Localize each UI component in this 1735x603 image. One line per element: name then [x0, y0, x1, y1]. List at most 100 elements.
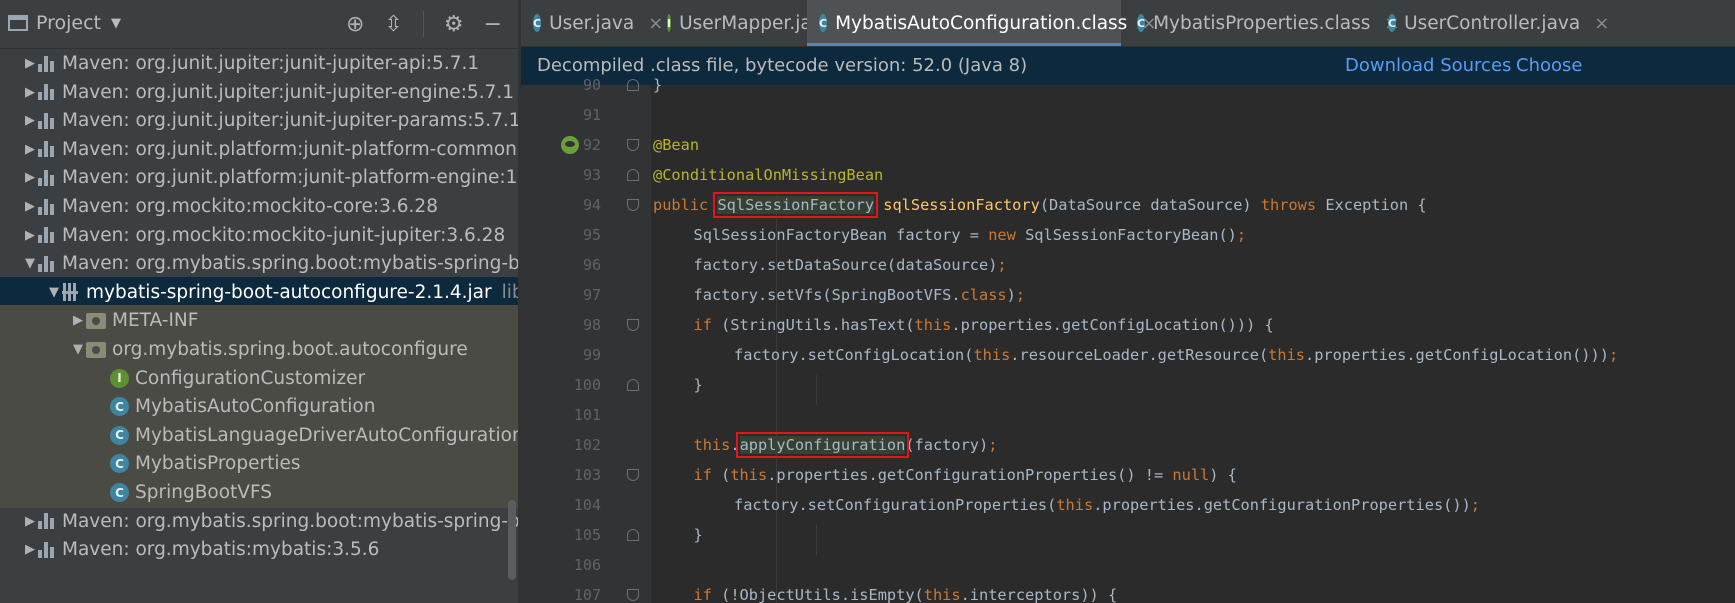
code-area[interactable]: } @Bean @ConditionalOnMissingBean public Sq… — [651, 76, 1735, 603]
code-line[interactable]: factory.setConfigurationProperties(this.… — [734, 490, 1480, 520]
tree-item-maven-org-mockito-mockito-junit-jupiter-3-6-28[interactable]: ▶ Maven: org.mockito:mockito-junit-jupite… — [0, 220, 518, 251]
line-number[interactable]: 91 — [521, 100, 601, 130]
tab-mybatisautoconfiguration-class[interactable]: C MybatisAutoConfiguration.class × — [807, 0, 1156, 46]
tree-item-springbootvfs[interactable]: C SpringBootVFS — [0, 477, 518, 508]
choose-sources-link[interactable]: Choose — [1516, 55, 1582, 76]
tree-item-maven-org-junit-jupiter-junit-jupiter-engine-5-7-1[interactable]: ▶ Maven: org.junit.jupiter:junit-jupiter-… — [0, 77, 518, 108]
tree-item-mybatislanguagedriverautoconfiguration[interactable]: C MybatisLanguageDriverAutoConfiguration — [0, 419, 518, 451]
tree-item-maven-org-mybatis-spring-boot-mybatis-spring-bo[interactable]: ▼ Maven: org.mybatis.spring.boot:mybatis-… — [0, 248, 518, 279]
fold-open-icon[interactable] — [627, 199, 639, 211]
tab-mybatisproperties-class[interactable]: CMybatisProperties.class× — [1125, 0, 1400, 46]
tree-item-maven-org-junit-jupiter-junit-jupiter-api-5-7-1[interactable]: ▶ Maven: org.junit.jupiter:junit-jupiter-… — [0, 48, 518, 79]
line-number[interactable]: 107 — [521, 580, 601, 603]
line-number[interactable]: 99 — [521, 340, 601, 370]
line-number[interactable]: 94 — [521, 190, 601, 220]
chevron-right-icon[interactable]: ▶ — [22, 113, 38, 128]
toolbar-divider — [422, 11, 424, 37]
fold-open-icon[interactable] — [627, 469, 639, 481]
code-line[interactable]: @ConditionalOnMissingBean — [653, 160, 883, 190]
tree-item-maven-org-junit-platform-junit-platform-commons[interactable]: ▶ Maven: org.junit.platform:junit-platfor… — [0, 134, 518, 165]
project-view-selector[interactable]: Project ▼ — [8, 12, 121, 34]
code-line[interactable]: } — [694, 370, 703, 400]
line-number[interactable]: 103 — [521, 460, 601, 490]
code-line[interactable]: this.applyConfiguration(factory); — [694, 430, 997, 460]
fold-close-icon[interactable] — [627, 79, 639, 91]
tree-item-label: MybatisAutoConfiguration — [135, 396, 376, 418]
line-number[interactable]: 104 — [521, 490, 601, 520]
tree-item-suffix: lib — [501, 281, 518, 303]
code-line[interactable]: if (StringUtils.hasText(this.properties.… — [694, 310, 1274, 340]
code-line[interactable]: @Bean — [653, 130, 699, 160]
code-token: this — [973, 346, 1011, 364]
chevron-right-icon[interactable]: ▶ — [22, 85, 38, 100]
fold-open-icon[interactable] — [627, 589, 639, 601]
tree-item-mybatis-spring-boot-autoconfigure-2-1-4-jar[interactable]: ▼ mybatis-spring-boot-autoconfigure-2.1.4… — [0, 276, 518, 308]
tree-item-configurationcustomizer[interactable]: I ConfigurationCustomizer — [0, 362, 518, 394]
tree-item-meta-inf[interactable]: ▶ META-INF — [0, 305, 518, 337]
code-token: factory.setDataSource(dataSource) — [693, 256, 998, 274]
fold-close-icon[interactable] — [627, 379, 639, 391]
code-line[interactable]: SqlSessionFactoryBean factory = new SqlS… — [694, 220, 1247, 250]
tree-item-mybatisproperties[interactable]: C MybatisProperties — [0, 448, 518, 480]
code-token: } — [693, 526, 703, 544]
locate-icon[interactable]: ⊕ — [346, 12, 364, 37]
line-number[interactable]: 98 — [521, 310, 601, 340]
code-line[interactable]: factory.setDataSource(dataSource); — [694, 250, 1007, 280]
line-number[interactable]: 101 — [521, 400, 601, 430]
tree-item-maven-org-mybatis-mybatis-3-5-6[interactable]: ▶ Maven: org.mybatis:mybatis:3.5.6 — [0, 534, 518, 565]
chevron-right-icon[interactable]: ▶ — [70, 313, 86, 328]
fold-open-icon[interactable] — [627, 319, 639, 331]
tab-usercontroller-java[interactable]: C UserController.java × — [1376, 0, 1609, 46]
fold-open-icon[interactable] — [627, 139, 639, 151]
code-token: .properties.getConfigLocation())) { — [951, 316, 1274, 334]
chevron-right-icon[interactable]: ▶ — [22, 514, 38, 529]
line-number[interactable]: 90 — [521, 70, 601, 100]
tree-item-org-mybatis-spring-boot-autoconfigure[interactable]: ▼ org.mybatis.spring.boot.autoconfigure — [0, 334, 518, 365]
code-token: .interceptors)) { — [960, 586, 1118, 603]
chevron-right-icon[interactable]: ▶ — [22, 170, 38, 185]
tree-item-maven-org-junit-jupiter-junit-jupiter-params-5-7-1[interactable]: ▶ Maven: org.junit.jupiter:junit-jupiter-… — [0, 105, 518, 136]
minimize-icon[interactable]: − — [484, 12, 502, 37]
code-line[interactable]: factory.setConfigLocation(this.resourceL… — [734, 340, 1618, 370]
tree-item-mybatisautoconfiguration[interactable]: C MybatisAutoConfiguration — [0, 391, 518, 423]
spring-bean-icon[interactable] — [561, 136, 579, 154]
chevron-right-icon[interactable]: ▶ — [22, 228, 38, 243]
chevron-right-icon[interactable]: ▶ — [22, 142, 38, 157]
code-line[interactable]: if (!ObjectUtils.isEmpty(this.intercepto… — [694, 580, 1118, 603]
fold-close-icon[interactable] — [627, 529, 639, 541]
code-line[interactable]: factory.setVfs(SpringBootVFS.class); — [694, 280, 1026, 310]
line-number[interactable]: 95 — [521, 220, 601, 250]
code-line[interactable]: } — [694, 520, 703, 550]
gear-icon[interactable]: ⚙ — [444, 12, 464, 37]
tab-user-java[interactable]: C User.java × — [521, 0, 663, 46]
close-icon[interactable]: × — [1594, 13, 1609, 34]
collapse-icon[interactable]: ⇳ — [384, 12, 402, 37]
chevron-right-icon[interactable]: ▶ — [22, 56, 38, 71]
line-number[interactable]: 96 — [521, 250, 601, 280]
line-number[interactable]: 97 — [521, 280, 601, 310]
chevron-right-icon[interactable]: ▶ — [22, 199, 38, 214]
code-line[interactable]: } — [653, 70, 662, 100]
fold-close-icon[interactable] — [627, 169, 639, 181]
code-token: ( — [711, 466, 731, 484]
line-number[interactable]: 102 — [521, 430, 601, 460]
code-token: class — [960, 286, 1007, 304]
project-scrollbar[interactable] — [508, 500, 516, 580]
chevron-right-icon[interactable]: ▶ — [22, 542, 38, 557]
editor-gutter: 90 91 92 93 94 95 96 97 98 99 100 101 102 103 104 105 10… — [521, 76, 651, 603]
chevron-down-icon[interactable]: ▼ — [46, 285, 62, 300]
code-line[interactable]: public SqlSessionFactory sqlSessionFacto… — [653, 190, 1427, 220]
line-number[interactable]: 106 — [521, 550, 601, 580]
line-number[interactable]: 100 — [521, 370, 601, 400]
code-line[interactable]: if (this.properties.getConfigurationProp… — [694, 460, 1237, 490]
line-number[interactable]: 105 — [521, 520, 601, 550]
line-number[interactable]: 93 — [521, 160, 601, 190]
chevron-down-icon[interactable]: ▼ — [22, 256, 38, 271]
chevron-down-icon[interactable]: ▼ — [70, 342, 86, 357]
download-sources-link[interactable]: Download Sources — [1345, 55, 1511, 76]
tree-item-label: ConfigurationCustomizer — [135, 367, 366, 389]
tab-usermapper-java[interactable]: IUserMapper.java× — [655, 0, 863, 46]
tree-item-maven-org-mybatis-spring-boot-mybatis-spring-bo[interactable]: ▶ Maven: org.mybatis.spring.boot:mybatis-… — [0, 506, 518, 537]
tree-item-maven-org-mockito-mockito-core-3-6-28[interactable]: ▶ Maven: org.mockito:mockito-core:3.6.28 — [0, 191, 518, 222]
tree-item-maven-org-junit-platform-junit-platform-engine-1-7[interactable]: ▶ Maven: org.junit.platform:junit-platfor… — [0, 162, 518, 193]
